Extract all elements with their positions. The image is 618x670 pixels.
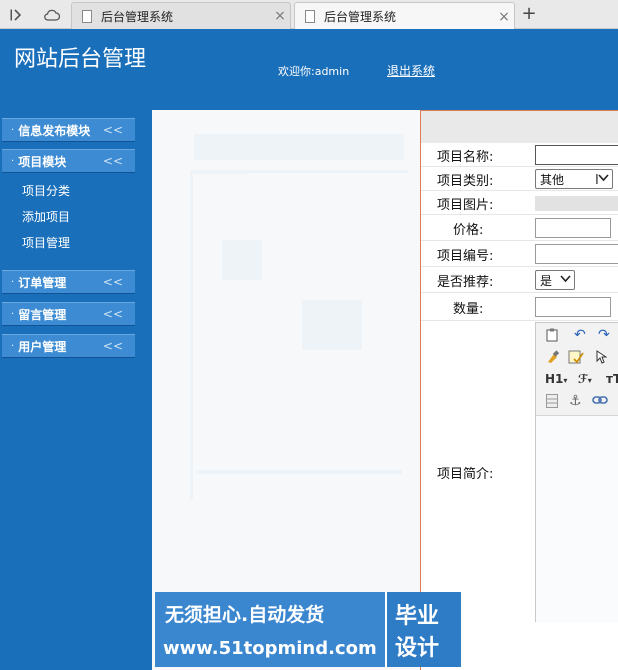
bullet-icon: · bbox=[11, 124, 15, 136]
text-cursor-icon: I bbox=[595, 173, 599, 188]
sidebar-section-info[interactable]: · 信息发布模块 << bbox=[2, 118, 135, 142]
heading-label: H1 bbox=[545, 372, 564, 386]
browser-tab-strip: 后台管理系统 × 后台管理系统 × + bbox=[0, 0, 618, 30]
sidebar-section-users[interactable]: · 用户管理 << bbox=[2, 334, 135, 358]
undo-icon[interactable]: ↶ bbox=[574, 327, 586, 343]
field-label: 价格: bbox=[453, 223, 484, 238]
chevron-left-icon: << bbox=[102, 154, 123, 168]
section-label: 信息发布模块 bbox=[18, 123, 91, 138]
section-label: 项目模块 bbox=[18, 154, 67, 169]
clear-format-icon[interactable] bbox=[546, 350, 560, 367]
bullet-icon: · bbox=[11, 308, 15, 320]
sidebar-section-project[interactable]: · 项目模块 << bbox=[2, 149, 135, 173]
row-name: 项目名称: bbox=[421, 143, 618, 167]
sidebar-item-project-manage[interactable]: 项目管理 bbox=[22, 234, 70, 251]
bullet-icon: · bbox=[11, 276, 15, 288]
recommend-select[interactable]: 是 bbox=[535, 270, 575, 290]
link-icon[interactable] bbox=[592, 394, 608, 409]
section-label: 订单管理 bbox=[18, 275, 67, 290]
chevron-left-icon: << bbox=[102, 123, 123, 137]
content-area bbox=[152, 110, 420, 670]
browser-tab[interactable]: 后台管理系统 × bbox=[71, 2, 291, 29]
logout-link[interactable]: 退出系统 bbox=[387, 62, 435, 79]
font-label: ℱ bbox=[578, 372, 588, 386]
sidebar-section-messages[interactable]: · 留言管理 << bbox=[2, 302, 135, 326]
welcome-text: 欢迎你:admin bbox=[278, 65, 350, 78]
sidebar: · 信息发布模块 << · 项目模块 << 项目分类 添加项目 项目管理 · 订… bbox=[0, 110, 152, 670]
anchor-icon[interactable]: ⚓ bbox=[569, 393, 582, 409]
ghost-line bbox=[196, 470, 402, 474]
badge-line1: 毕业 bbox=[395, 604, 440, 629]
intro-editor[interactable]: ↶ ↷ H1▾ ℱ▾ тT ⚓ bbox=[535, 322, 618, 623]
project-code-input[interactable] bbox=[535, 244, 618, 264]
close-icon[interactable]: × bbox=[494, 9, 514, 25]
ghost-line bbox=[190, 170, 250, 174]
redo-icon[interactable]: ↷ bbox=[598, 327, 610, 343]
field-label: 项目图片: bbox=[437, 198, 494, 213]
bullet-icon: · bbox=[11, 340, 15, 352]
bullet-icon: · bbox=[11, 155, 15, 167]
font-size-icon[interactable]: тT bbox=[606, 372, 618, 386]
field-label: 项目编号: bbox=[437, 249, 494, 264]
plus-icon[interactable]: + bbox=[518, 4, 540, 25]
quantity-input[interactable] bbox=[535, 297, 611, 317]
site-title: 网站后台管理 bbox=[14, 47, 147, 72]
watermark-line1: 无须担心.自动发货 bbox=[165, 604, 325, 626]
font-family-icon[interactable]: ℱ▾ bbox=[578, 372, 592, 386]
document-icon bbox=[305, 10, 315, 23]
editor-body[interactable] bbox=[536, 415, 618, 623]
sidebar-item-add-project[interactable]: 添加项目 bbox=[22, 208, 70, 225]
ghost-line bbox=[190, 170, 193, 500]
ghost-block bbox=[222, 240, 262, 280]
select-value: 是 bbox=[540, 273, 553, 288]
watermark-banner: 无须担心.自动发货 www.51topmind.com bbox=[155, 592, 385, 667]
image-upload-field[interactable] bbox=[535, 196, 618, 211]
project-category-select[interactable]: 其他 bbox=[535, 169, 613, 189]
badge-line2: 设计 bbox=[395, 636, 440, 661]
spellcheck-icon[interactable] bbox=[568, 350, 584, 367]
chevron-left-icon: << bbox=[102, 339, 123, 353]
sidebar-toggle-icon[interactable] bbox=[3, 4, 29, 25]
select-icon[interactable] bbox=[596, 350, 608, 367]
section-label: 用户管理 bbox=[18, 339, 67, 354]
row-price: 价格: bbox=[421, 215, 618, 241]
ghost-block bbox=[194, 134, 404, 160]
chevron-left-icon: << bbox=[102, 275, 123, 289]
ghost-line bbox=[248, 170, 408, 173]
document-icon bbox=[82, 9, 92, 23]
tab-title: 后台管理系统 bbox=[324, 10, 397, 24]
watermark-line2: www.51topmind.com bbox=[163, 638, 377, 659]
section-label: 留言管理 bbox=[18, 307, 67, 322]
field-label: 项目简介: bbox=[437, 467, 494, 482]
row-recommend: 是否推荐: 是 bbox=[421, 267, 618, 293]
cloud-icon[interactable] bbox=[39, 4, 65, 25]
chevron-down-icon bbox=[560, 273, 571, 287]
paste-icon[interactable] bbox=[546, 328, 559, 345]
select-value: 其他 bbox=[540, 172, 565, 187]
heading-icon[interactable]: H1▾ bbox=[545, 372, 567, 386]
table-icon[interactable] bbox=[546, 394, 558, 411]
field-label: 项目名称: bbox=[437, 150, 494, 165]
chevron-down-icon bbox=[598, 172, 609, 186]
row-category: 项目类别: 其他 I bbox=[421, 167, 618, 191]
tab-title: 后台管理系统 bbox=[101, 9, 174, 24]
ghost-block bbox=[302, 300, 362, 350]
browser-tab-active[interactable]: 后台管理系统 × bbox=[294, 2, 515, 30]
field-label: 项目类别: bbox=[437, 174, 494, 189]
row-quantity: 数量: bbox=[421, 293, 618, 321]
price-input[interactable] bbox=[535, 218, 611, 238]
row-code: 项目编号: bbox=[421, 241, 618, 267]
field-label: 数量: bbox=[453, 302, 484, 317]
project-name-input[interactable] bbox=[535, 145, 618, 165]
field-label: 是否推荐: bbox=[437, 275, 494, 290]
sidebar-item-project-category[interactable]: 项目分类 bbox=[22, 182, 70, 199]
form-title-bar bbox=[421, 111, 618, 143]
page-header: 网站后台管理 欢迎你:admin 退出系统 bbox=[0, 29, 618, 110]
row-image: 项目图片: bbox=[421, 191, 618, 215]
add-project-form: 项目名称: 项目类别: 其他 I 项目图片: 价格: 项目编号: 是否推荐: 是… bbox=[420, 110, 618, 670]
chevron-left-icon: << bbox=[102, 307, 123, 321]
watermark-badge: 毕业 设计 bbox=[385, 592, 461, 667]
sidebar-section-orders[interactable]: · 订单管理 << bbox=[2, 270, 135, 294]
close-icon[interactable]: × bbox=[270, 8, 290, 24]
